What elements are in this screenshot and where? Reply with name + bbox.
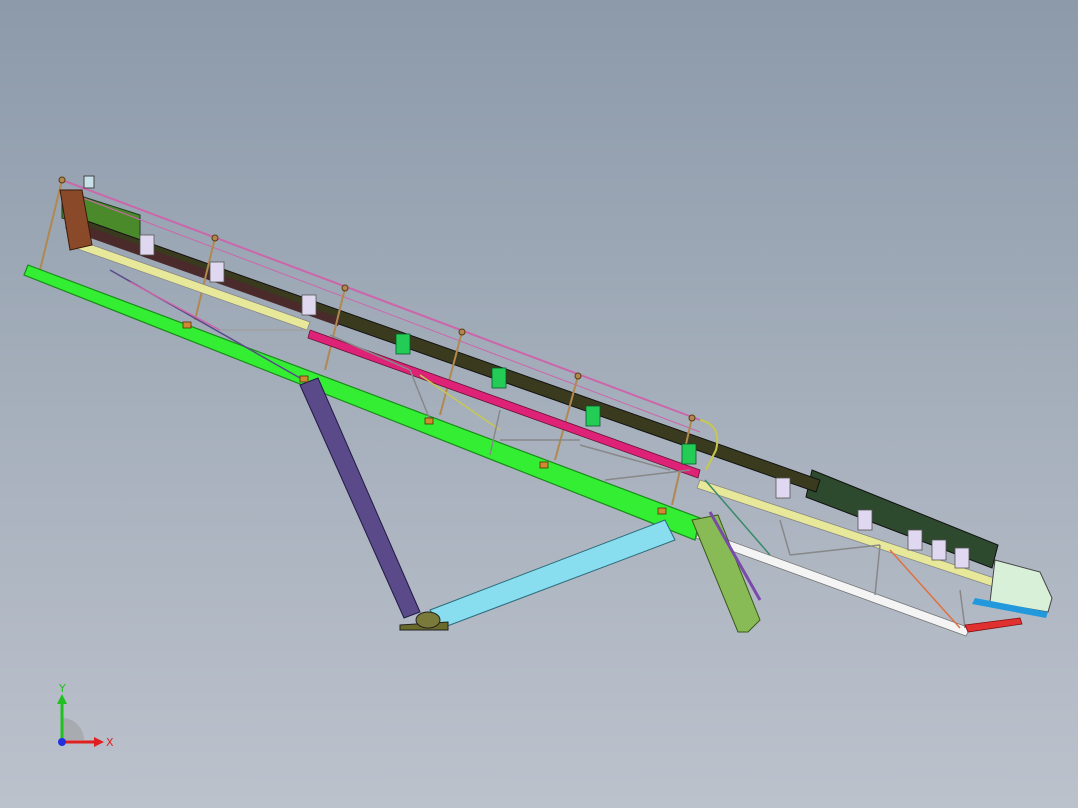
z-axis-dot-icon (58, 738, 66, 746)
red-tail-brace (964, 617, 1023, 633)
y-axis-arrow-icon (57, 694, 67, 704)
conveyor-belt (65, 214, 821, 493)
head-motor-box (83, 175, 95, 189)
triad-arc (62, 718, 84, 740)
conveyor-model[interactable] (0, 0, 1078, 808)
y-axis-label: Y (58, 682, 66, 695)
x-axis-arrow-icon (94, 737, 104, 747)
orientation-triad[interactable]: Y X (40, 680, 130, 770)
cad-viewport[interactable]: Y X (0, 0, 1078, 808)
base-pivot (415, 611, 441, 629)
x-axis-label: X (106, 736, 114, 749)
handrail-top (61, 179, 701, 421)
handrail-lower (61, 189, 701, 433)
belt-upper-section (68, 220, 340, 326)
cyan-strut (429, 519, 676, 629)
